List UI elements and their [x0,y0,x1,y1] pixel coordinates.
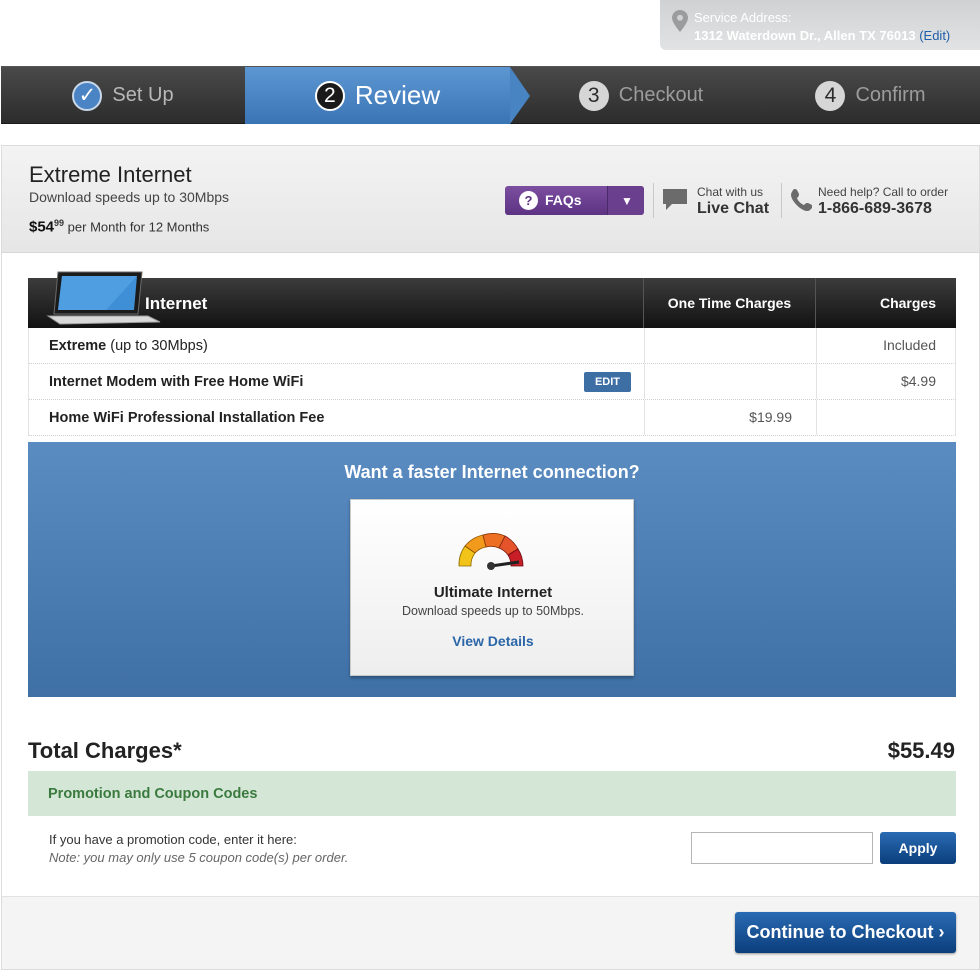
faq-button[interactable]: ? FAQs ▼ [505,186,644,215]
upsell-banner: Want a faster Internet connection? Ultim… [28,442,956,697]
chat-bubble-icon [663,189,687,210]
row-name-bold: Internet Modem with Free Home WiFi [49,374,304,390]
promo-note: Note: you may only use 5 coupon code(s) … [49,850,349,865]
live-chat-link[interactable]: Live Chat [697,200,769,218]
service-address-label: Service Address: [694,10,792,25]
edit-address-link[interactable]: (Edit) [919,28,950,43]
column-header-one-time: One Time Charges [643,278,815,328]
faq-dropdown-toggle[interactable]: ▼ [607,186,644,215]
row-name-rest: (up to 30Mbps) [106,338,208,354]
row-name: Extreme (up to 30Mbps) [49,338,208,354]
apply-button[interactable]: Apply [880,832,956,864]
step-number: 4 [815,80,846,111]
section-header: Internet [145,294,208,313]
service-address-value: 1312 Waterdown Dr., Allen TX 76013 (Edit… [694,28,950,43]
product-title: Extreme Internet [29,162,192,187]
row-one-time: $19.99 [644,400,816,435]
product-subtitle: Download speeds up to 30Mbps [29,189,230,205]
product-header: Extreme Internet Download speeds up to 3… [2,146,979,253]
checkout-steps: ✓ Set Up 2 Review 3 Checkout 4 Confirm [1,66,980,124]
view-details-link[interactable]: View Details [351,633,635,649]
upsell-title: Want a faster Internet connection? [344,462,640,482]
step-number: 2 [314,80,345,111]
row-name: Internet Modem with Free Home WiFi [49,374,303,390]
row-name-bold: Home WiFi Professional Installation Fee [49,410,325,426]
chevron-down-icon: ▼ [621,194,633,208]
row-one-time [644,364,816,399]
faq-label: FAQs [545,192,582,208]
step-setup[interactable]: ✓ Set Up [1,67,245,124]
row-name-bold: Extreme [49,338,107,354]
call-caption: Need help? Call to order [818,185,949,199]
step-checkout: 3 Checkout [521,67,761,124]
row-charges: $4.99 [816,364,956,399]
price-cents: 99 [54,218,65,228]
row-charges [816,400,956,435]
step-label: Confirm [855,84,926,106]
upsell-card-subtitle: Download speeds up to 50Mbps. [401,604,585,618]
order-review-panel: Extreme Internet Download speeds up to 3… [1,145,980,970]
upsell-card: Ultimate Internet Download speeds up to … [350,499,634,676]
total-charges-label: Total Charges* [28,738,182,763]
table-row: Extreme (up to 30Mbps) Included [28,328,956,364]
location-pin-icon [672,10,688,32]
table-header: Internet One Time Charges Charges [28,271,956,328]
step-label: Review [354,80,441,110]
step-confirm: 4 Confirm [761,67,980,124]
table-row: Internet Modem with Free Home WiFi EDIT … [28,364,956,400]
divider [653,183,654,218]
phone-icon [791,189,812,212]
price-terms: per Month for 12 Months [67,219,210,235]
column-header-charges: Charges [815,278,956,328]
step-label: Checkout [618,84,704,106]
continue-to-checkout-button[interactable]: Continue to Checkout › [735,912,956,953]
service-address-box: Service Address: 1312 Waterdown Dr., All… [660,0,980,50]
upsell-card-title: Ultimate Internet [433,584,553,601]
row-one-time [644,328,816,363]
divider [781,183,782,218]
promo-section-title: Promotion and Coupon Codes [48,786,258,802]
chat-caption: Chat with us [697,185,764,199]
laptop-icon [46,271,161,325]
speedometer-icon [458,533,524,570]
step-label: Set Up [112,84,174,106]
row-name: Home WiFi Professional Installation Fee [49,410,324,426]
table-row: Home WiFi Professional Installation Fee … [28,400,956,436]
service-address-text: 1312 Waterdown Dr., Allen TX 76013 [694,28,916,43]
promo-section-header: Promotion and Coupon Codes [28,771,956,816]
charges-table: Internet One Time Charges Charges Extrem… [28,271,956,436]
promo-code-input[interactable] [691,832,873,864]
step-review: 2 Review [245,67,530,124]
row-charges: Included [816,328,956,363]
edit-modem-button[interactable]: EDIT [584,372,631,392]
checkmark-icon: ✓ [72,80,103,111]
promo-instructions: If you have a promotion code, enter it h… [49,832,297,847]
total-charges-value: $55.49 [887,738,955,763]
step-number: 3 [578,80,609,111]
question-icon: ? [519,191,538,210]
phone-number: 1-866-689-3678 [818,200,932,217]
price-dollars: $54 [29,218,55,236]
product-price: $5499 per Month for 12 Months [29,218,209,235]
